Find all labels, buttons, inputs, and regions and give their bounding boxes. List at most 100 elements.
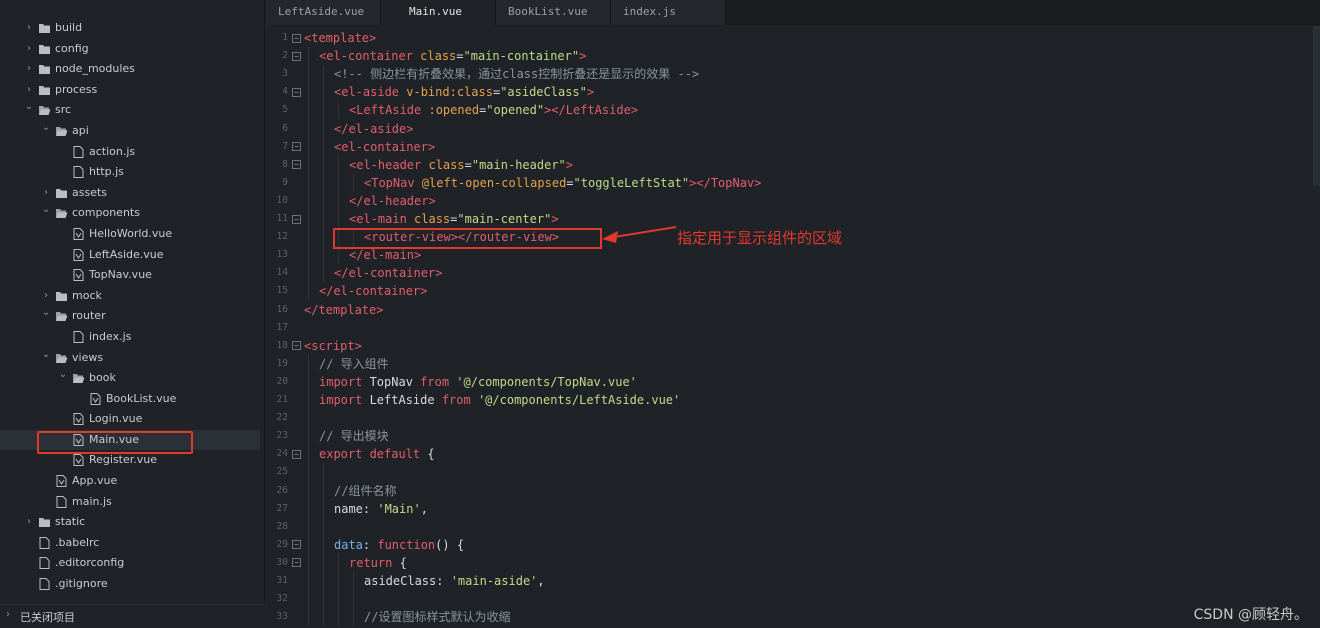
chevron-right-icon[interactable]: › (23, 515, 35, 529)
chevron-right-icon: › (6, 609, 10, 620)
line-number: 7 (282, 140, 288, 152)
file-item-http-js[interactable]: http.js (0, 162, 260, 183)
chevron-right-icon[interactable]: › (23, 83, 35, 97)
file-item-app-vue[interactable]: App.vue (0, 471, 260, 492)
line-number: 6 (282, 122, 288, 134)
chevron-right-icon[interactable]: › (40, 186, 52, 200)
folder-item-config[interactable]: › config (0, 39, 260, 60)
code-line: </el-aside> (334, 121, 414, 136)
indent-guide (323, 463, 324, 627)
tree-item-label: process (55, 82, 98, 96)
fold-toggle-icon[interactable]: − (292, 87, 301, 97)
tree-item-label: book (89, 371, 116, 385)
file-icon (73, 269, 84, 282)
tree-item-label: index.js (89, 329, 132, 343)
line-number: 5 (282, 104, 288, 116)
editor-tab-bar: LeftAside.vue Main.vue BookList.vue index.j… (266, 0, 1320, 25)
line-number: 11 (276, 213, 288, 224)
code-line: <el-main class="main-center"> (349, 212, 559, 226)
code-line: <el-container class="main-container"> (319, 49, 587, 64)
chevron-down-icon[interactable]: ⌄ (57, 368, 69, 382)
closed-projects-section[interactable]: › 已关闭项目 (0, 604, 265, 628)
line-number: 33 (276, 611, 288, 623)
file-item-booklist-vue[interactable]: BookList.vue (0, 389, 260, 410)
line-number: 21 (276, 394, 288, 405)
fold-toggle-icon[interactable]: − (292, 341, 301, 351)
folder-item-book[interactable]: ⌄ book (0, 368, 260, 389)
folder-item-src[interactable]: ⌄ src (0, 100, 260, 121)
chevron-down-icon[interactable]: ⌄ (40, 306, 52, 320)
file-item-helloworld-vue[interactable]: HelloWorld.vue (0, 224, 260, 245)
code-line: <!-- 侧边栏有折叠效果，通过class控制折叠还是显示的效果 --> (334, 67, 700, 82)
folder-item-node-modules[interactable]: › node_modules (0, 59, 260, 80)
fold-toggle-icon[interactable]: − (292, 33, 301, 43)
editor-scrollbar[interactable] (1313, 26, 1320, 186)
tree-item-label: views (72, 350, 104, 364)
tree-item-label: App.vue (72, 474, 118, 488)
tree-item-label: components (72, 206, 140, 220)
folder-item-build[interactable]: › build (0, 18, 260, 39)
file-item-main-js[interactable]: main.js (0, 492, 260, 513)
file-icon (56, 475, 67, 488)
chevron-down-icon[interactable]: ⌄ (40, 203, 52, 217)
line-number: 4 (282, 86, 288, 98)
code-editor[interactable]: 1−2−3 4−5 6 7−8−9 10 11−12 13 14 15 16 17 18−19 20 21… (266, 26, 1320, 628)
chevron-down-icon[interactable]: ⌄ (40, 348, 52, 362)
file-icon (39, 536, 50, 549)
code-line: name: 'Main', (334, 501, 428, 516)
chevron-right-icon[interactable]: › (23, 42, 35, 56)
indent-guide (308, 354, 309, 627)
file-item-babelrc[interactable]: .babelrc (0, 533, 260, 554)
fold-toggle-icon[interactable]: − (292, 160, 301, 170)
folder-item-components[interactable]: ⌄ components (0, 203, 260, 224)
file-item-gitignore[interactable]: .gitignore (0, 574, 260, 595)
file-item-index-js[interactable]: index.js (0, 327, 260, 348)
folder-item-mock[interactable]: › mock (0, 286, 260, 307)
tab-leftaside-vue[interactable]: LeftAside.vue (266, 0, 381, 25)
file-item-leftaside-vue[interactable]: LeftAside.vue (0, 245, 260, 266)
file-icon (73, 330, 84, 343)
folder-open-icon (56, 209, 68, 219)
annotation-arrow-icon (602, 226, 677, 243)
code-line: <TopNav @left-open-collapsed="toggleLeft… (364, 175, 762, 190)
file-item-editorconfig[interactable]: .editorconfig (0, 553, 260, 574)
file-item-action-js[interactable]: action.js (0, 142, 260, 163)
fold-toggle-icon[interactable]: − (292, 558, 301, 568)
file-icon (73, 454, 84, 467)
folder-item-views[interactable]: ⌄ views (0, 348, 260, 369)
line-number: 24 (276, 448, 288, 460)
line-number: 9 (282, 176, 288, 188)
tab-main-vue[interactable]: Main.vue (381, 0, 496, 25)
chevron-right-icon[interactable]: › (23, 21, 35, 35)
folder-item-process[interactable]: › process (0, 80, 260, 101)
indent-guide (308, 47, 309, 301)
chevron-down-icon[interactable]: ⌄ (23, 100, 35, 114)
tab-booklist-vue[interactable]: BookList.vue (496, 0, 611, 25)
folder-item-api[interactable]: ⌄ api (0, 121, 260, 142)
code-line: //设置图标样式默认为收缩 (364, 610, 511, 625)
file-item-login-vue[interactable]: Login.vue (0, 409, 260, 430)
tree-item-label: http.js (89, 165, 124, 179)
fold-toggle-icon[interactable]: − (292, 449, 301, 459)
tree-item-label: HelloWorld.vue (89, 226, 173, 240)
chevron-right-icon[interactable]: › (40, 289, 52, 303)
code-line: <LeftAside :opened="opened"></LeftAside> (349, 103, 639, 118)
fold-toggle-icon[interactable]: − (292, 51, 301, 61)
tree-item-label: node_modules (55, 62, 135, 76)
chevron-down-icon[interactable]: ⌄ (40, 121, 52, 135)
indent-guide (353, 572, 354, 627)
line-number: 29 (276, 538, 288, 550)
tab-index-js[interactable]: index.js (611, 0, 726, 25)
line-number: 31 (276, 575, 288, 586)
folder-item-assets[interactable]: › assets (0, 183, 260, 204)
chevron-right-icon[interactable]: › (23, 62, 35, 76)
folder-item-router[interactable]: ⌄ router (0, 306, 260, 327)
line-number: 10 (276, 194, 288, 206)
folder-item-static[interactable]: › static (0, 512, 260, 533)
line-number: 15 (276, 285, 288, 297)
fold-toggle-icon[interactable]: − (292, 142, 301, 152)
fold-toggle-icon[interactable]: − (292, 214, 301, 224)
fold-toggle-icon[interactable]: − (292, 540, 301, 550)
file-item-topnav-vue[interactable]: TopNav.vue (0, 265, 260, 286)
folder-open-icon (56, 353, 68, 363)
